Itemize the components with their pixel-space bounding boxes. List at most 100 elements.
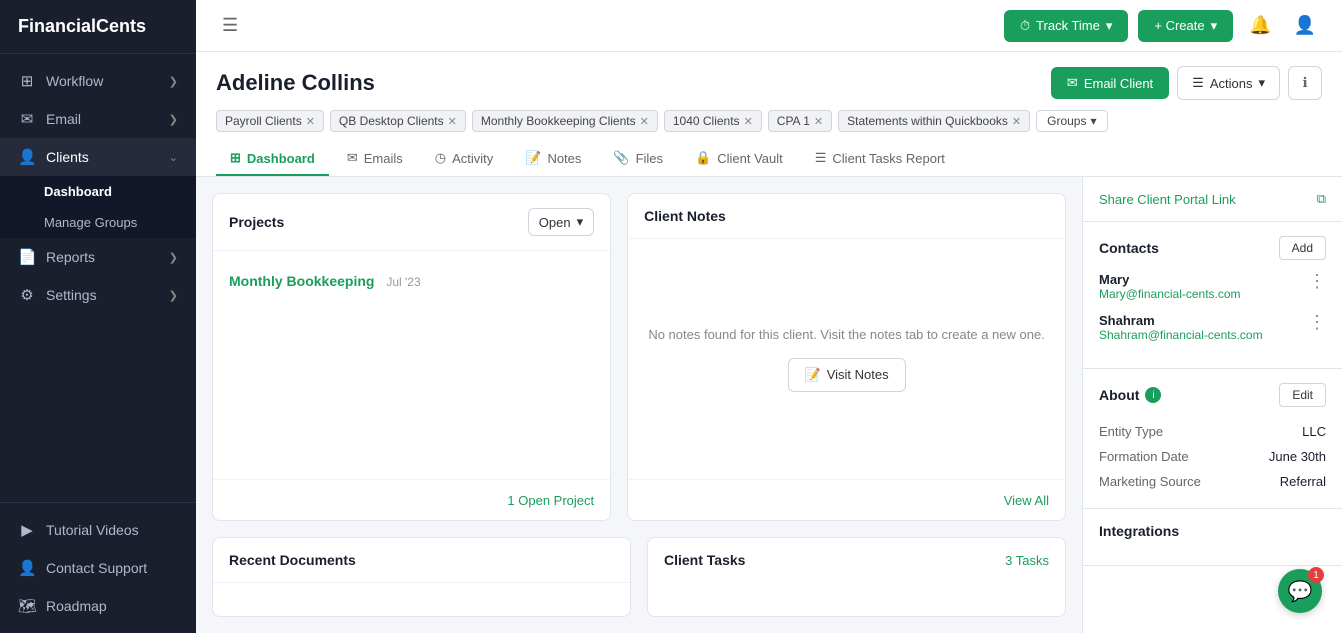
notes-panel-footer: View All — [628, 479, 1065, 520]
panels-row-2: Recent Documents Client Tasks 3 Tasks — [212, 537, 1066, 617]
chevron-down-icon: ▾ — [1258, 75, 1265, 91]
tab-tasks-report-label: Client Tasks Report — [832, 151, 944, 166]
sidebar-item-tutorial-videos[interactable]: ▶ Tutorial Videos — [0, 511, 196, 549]
create-button[interactable]: + Create ▾ — [1138, 10, 1233, 42]
view-all-notes-link[interactable]: View All — [1004, 493, 1049, 508]
tasks-panel: Client Tasks 3 Tasks — [647, 537, 1066, 617]
sidebar-item-roadmap[interactable]: 🗺 Roadmap — [0, 587, 196, 625]
right-sidebar: Share Client Portal Link ⧉ Contacts Add … — [1082, 177, 1342, 633]
tab-files[interactable]: 📎 Files — [599, 142, 677, 176]
actions-label: Actions — [1210, 76, 1253, 91]
projects-panel-header: Projects Open ▾ — [213, 194, 610, 251]
documents-panel: Recent Documents — [212, 537, 631, 617]
marketing-source-value: Referral — [1280, 474, 1326, 489]
email-client-label: Email Client — [1084, 76, 1153, 91]
sidebar-item-workflow-label: Workflow — [46, 73, 103, 89]
chevron-right-icon: ❯ — [169, 289, 178, 302]
chevron-down-icon: ▾ — [1106, 18, 1113, 34]
notes-panel-header: Client Notes — [628, 194, 1065, 239]
tab-dashboard[interactable]: ⊞ Dashboard — [216, 142, 329, 176]
groups-dropdown[interactable]: Groups ▾ — [1036, 110, 1107, 132]
contact-more-mary[interactable]: ⋮ — [1308, 272, 1326, 290]
notes-empty-state: No notes found for this client. Visit th… — [628, 239, 1065, 479]
tag-remove-monthly[interactable]: ✕ — [640, 115, 649, 128]
sidebar-item-settings[interactable]: ⚙ Settings ❯ — [0, 276, 196, 314]
contact-name-mary: Mary — [1099, 272, 1241, 287]
workflow-icon: ⊞ — [18, 72, 36, 90]
tag-1040: 1040 Clients ✕ — [664, 110, 762, 132]
reports-icon: 📄 — [18, 248, 36, 266]
portal-link-label: Share Client Portal Link — [1099, 192, 1236, 207]
about-formation-date: Formation Date June 30th — [1099, 444, 1326, 469]
info-icon: ℹ — [1302, 75, 1307, 91]
about-title: About — [1099, 387, 1139, 403]
chevron-right-icon: ❯ — [169, 113, 178, 126]
tag-statements: Statements within Quickbooks ✕ — [838, 110, 1030, 132]
client-tabs: ⊞ Dashboard ✉ Emails ◷ Activity 📝 Notes … — [216, 142, 1322, 176]
tab-notes[interactable]: 📝 Notes — [511, 142, 595, 176]
about-entity-type: Entity Type LLC — [1099, 419, 1326, 444]
contact-item-shahram: Shahram Shahram@financial-cents.com ⋮ — [1099, 313, 1326, 342]
clock-icon: ⏱ — [1020, 18, 1030, 34]
tasks-panel-header: Client Tasks 3 Tasks — [648, 538, 1065, 582]
vault-tab-icon: 🔒 — [695, 150, 711, 166]
project-date: Jul '23 — [386, 275, 420, 289]
chat-badge: 1 — [1308, 567, 1324, 583]
tag-remove-payroll[interactable]: ✕ — [306, 115, 315, 128]
sidebar-sub-item-manage-groups[interactable]: Manage Groups — [0, 207, 196, 238]
sidebar-item-email[interactable]: ✉ Email ❯ — [0, 100, 196, 138]
sidebar-item-clients[interactable]: 👤 Clients ⌄ — [0, 138, 196, 176]
edit-about-button[interactable]: Edit — [1279, 383, 1326, 407]
main-content: ☰ ⏱ Track Time ▾ + Create ▾ 🔔 👤 Adeline … — [196, 0, 1342, 633]
client-header: Adeline Collins ✉ Email Client ☰ Actions… — [196, 52, 1342, 177]
projects-title: Projects — [229, 214, 284, 230]
topbar: ☰ ⏱ Track Time ▾ + Create ▾ 🔔 👤 — [196, 0, 1342, 52]
email-client-button[interactable]: ✉ Email Client — [1051, 67, 1169, 99]
tab-client-tasks-report[interactable]: ☰ Client Tasks Report — [801, 142, 959, 176]
client-tags: Payroll Clients ✕ QB Desktop Clients ✕ M… — [216, 110, 1322, 132]
chevron-right-icon: ❯ — [169, 75, 178, 88]
tag-cpa1: CPA 1 ✕ — [768, 110, 832, 132]
copy-icon: ⧉ — [1317, 191, 1326, 207]
sidebar-sub-item-dashboard[interactable]: Dashboard — [0, 176, 196, 207]
open-projects-link[interactable]: 1 Open Project — [507, 493, 594, 508]
client-action-buttons: ✉ Email Client ☰ Actions ▾ ℹ — [1051, 66, 1322, 100]
tag-remove-cpa1[interactable]: ✕ — [814, 115, 823, 128]
add-contact-button[interactable]: Add — [1279, 236, 1326, 260]
documents-panel-header: Recent Documents — [213, 538, 630, 583]
settings-icon: ⚙ — [18, 286, 36, 304]
roadmap-icon: 🗺 — [18, 597, 36, 615]
chevron-right-icon: ❯ — [169, 251, 178, 264]
about-marketing-source: Marketing Source Referral — [1099, 469, 1326, 494]
notes-panel: Client Notes No notes found for this cli… — [627, 193, 1066, 521]
notes-icon: 📝 — [805, 367, 821, 383]
projects-status-select[interactable]: Open ▾ — [528, 208, 594, 236]
tag-remove-1040[interactable]: ✕ — [744, 115, 753, 128]
user-profile-button[interactable]: 👤 — [1288, 9, 1322, 42]
sidebar-item-reports[interactable]: 📄 Reports ❯ — [0, 238, 196, 276]
actions-button[interactable]: ☰ Actions ▾ — [1177, 66, 1280, 100]
tab-activity[interactable]: ◷ Activity — [421, 142, 508, 176]
support-icon: 👤 — [18, 559, 36, 577]
app-logo: FinancialCents — [0, 0, 196, 54]
info-button[interactable]: ℹ — [1288, 66, 1322, 100]
track-time-button[interactable]: ⏱ Track Time ▾ — [1004, 10, 1128, 42]
clients-submenu: Dashboard Manage Groups — [0, 176, 196, 238]
tab-client-vault[interactable]: 🔒 Client Vault — [681, 142, 797, 176]
chat-bubble[interactable]: 💬 1 — [1278, 569, 1322, 613]
visit-notes-button[interactable]: 📝 Visit Notes — [788, 358, 906, 392]
tab-emails[interactable]: ✉ Emails — [333, 142, 417, 176]
contact-email-shahram[interactable]: Shahram@financial-cents.com — [1099, 328, 1263, 342]
contact-more-shahram[interactable]: ⋮ — [1308, 313, 1326, 331]
project-name[interactable]: Monthly Bookkeeping — [229, 273, 374, 289]
sidebar-item-reports-label: Reports — [46, 249, 95, 265]
tag-remove-statements[interactable]: ✕ — [1012, 115, 1021, 128]
contact-email-mary[interactable]: Mary@financial-cents.com — [1099, 287, 1241, 301]
track-time-label: Track Time — [1036, 18, 1100, 33]
notifications-button[interactable]: 🔔 — [1243, 9, 1277, 42]
sidebar-item-workflow[interactable]: ⊞ Workflow ❯ — [0, 62, 196, 100]
tag-remove-qb[interactable]: ✕ — [448, 115, 457, 128]
project-item[interactable]: Monthly Bookkeeping Jul '23 — [229, 263, 594, 299]
menu-button[interactable]: ☰ — [216, 9, 244, 42]
sidebar-item-contact-support[interactable]: 👤 Contact Support — [0, 549, 196, 587]
